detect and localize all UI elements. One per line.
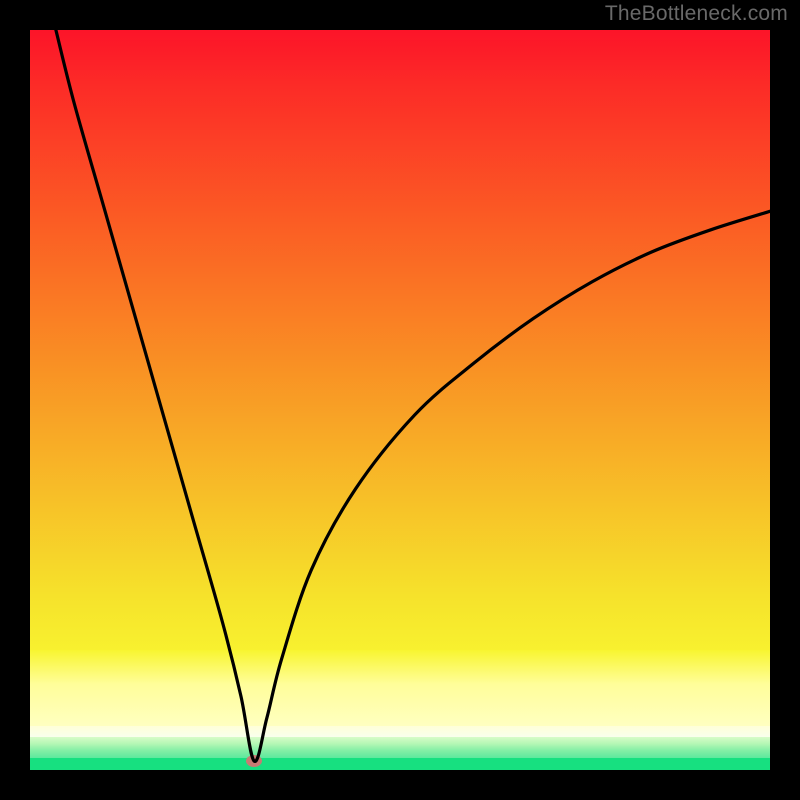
bg-band-green [30, 758, 770, 770]
minimum-marker [246, 755, 262, 767]
plot-area [30, 30, 770, 770]
bg-band-greenish [30, 737, 770, 759]
chart-stage: TheBottleneck.com [0, 0, 800, 800]
bg-gradient-main [30, 30, 770, 720]
bg-band-paleyellow [30, 650, 770, 726]
watermark-text: TheBottleneck.com [605, 2, 788, 26]
